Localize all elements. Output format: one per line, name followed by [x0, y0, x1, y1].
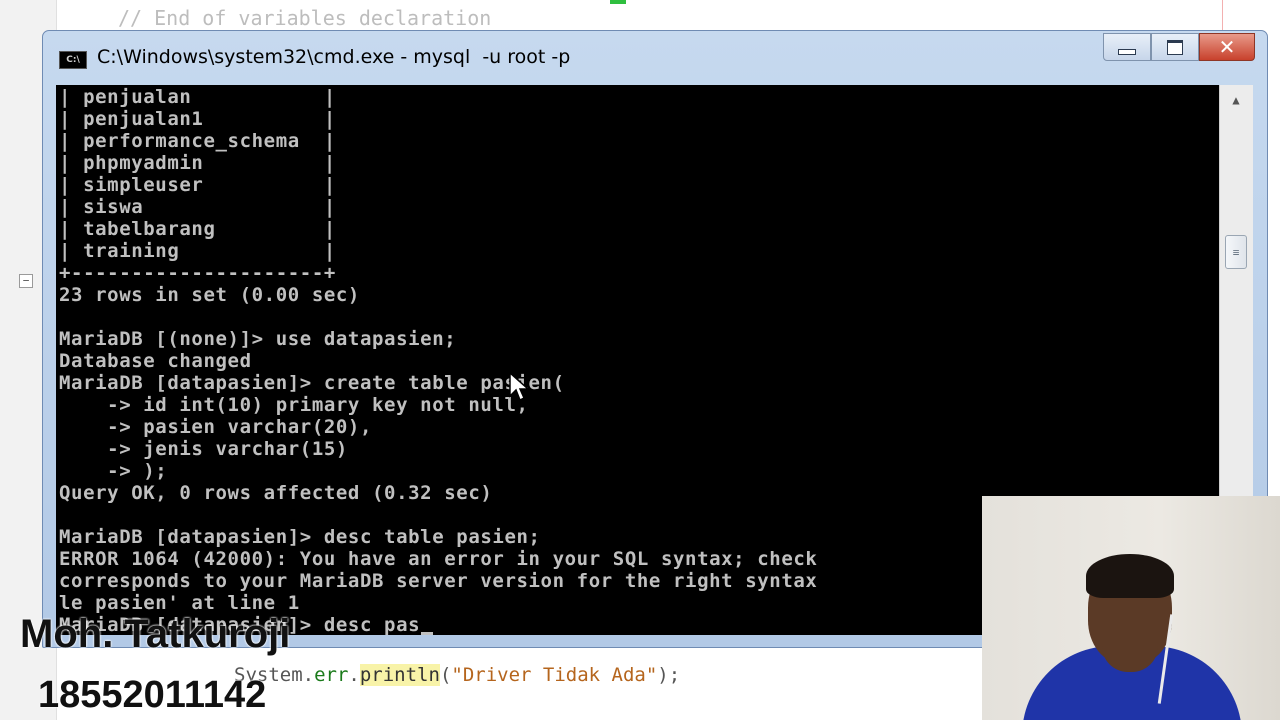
code-fold-icon[interactable]: − — [19, 274, 33, 288]
console-line: | simpleuser | — [59, 174, 336, 196]
console-line: MariaDB [datapasien]> desc table pasien; — [59, 526, 541, 548]
close-icon: ✕ — [1218, 35, 1236, 59]
console-line: le pasien' at line 1 — [59, 592, 300, 614]
scroll-up-arrow-icon[interactable]: ▲ — [1220, 85, 1252, 115]
console-line: | penjualan | — [59, 86, 336, 108]
console-line: Query OK, 0 rows affected (0.32 sec) — [59, 482, 493, 504]
console-line: Database changed — [59, 350, 252, 372]
console-line: +---------------------+ — [59, 262, 336, 284]
code-token: ); — [657, 664, 681, 686]
code-token: . — [348, 664, 360, 686]
grip-icon: ≡ — [1232, 245, 1240, 259]
console-line: -> pasien varchar(20), — [59, 416, 373, 438]
window-title: C:\Windows\system32\cmd.exe - mysql -u r… — [97, 46, 571, 68]
editor-code-line-println: System.err.println("Driver Tidak Ada"); — [234, 664, 680, 686]
console-lines: | penjualan | | penjualan1 | | performance… — [59, 86, 817, 635]
webcam-overlay — [982, 496, 1280, 720]
console-line: ERROR 1064 (42000): You have an error in… — [59, 548, 818, 570]
console-line: | phpmyadmin | — [59, 152, 336, 174]
console-line: 23 rows in set (0.00 sec) — [59, 284, 360, 306]
window-controls: ✕ — [1103, 33, 1255, 61]
window-titlebar[interactable]: C:\ C:\Windows\system32\cmd.exe - mysql … — [43, 31, 1267, 85]
scrollbar-thumb[interactable]: ≡ — [1225, 235, 1247, 269]
cmd-app-icon[interactable]: C:\ — [59, 51, 87, 69]
close-button[interactable]: ✕ — [1199, 33, 1255, 61]
webcam-person-hair — [1086, 554, 1174, 598]
console-line: MariaDB [(none)]> use datapasien; — [59, 328, 457, 350]
minimize-button[interactable] — [1103, 33, 1151, 61]
console-line: | training | — [59, 240, 336, 262]
code-token: ( — [439, 664, 452, 686]
console-line: -> ); — [59, 460, 168, 482]
minimize-icon — [1118, 49, 1136, 55]
code-token-highlighted: println — [359, 664, 440, 686]
console-line: | siswa | — [59, 196, 336, 218]
console-line: MariaDB [datapasien]> create table pasie… — [59, 372, 565, 394]
console-line: -> jenis varchar(15) — [59, 438, 348, 460]
console-line: | tabelbarang | — [59, 218, 336, 240]
code-token: err — [314, 664, 349, 686]
console-line: corresponds to your MariaDB server versi… — [59, 570, 818, 592]
mouse-pointer-icon — [509, 372, 530, 402]
text-cursor — [421, 632, 434, 635]
console-line: -> id int(10) primary key not null, — [59, 394, 529, 416]
maximize-icon — [1167, 39, 1183, 55]
presenter-name-caption: Moh. Tatkuroji — [20, 612, 291, 656]
code-string: "Driver Tidak Ada" — [451, 664, 658, 686]
maximize-button[interactable] — [1151, 33, 1199, 61]
presenter-id-caption: 18552011142 — [38, 674, 267, 716]
console-line: | penjualan1 | — [59, 108, 336, 130]
margin-guide — [1222, 0, 1223, 34]
editor-code-line: // End of variables declaration — [118, 6, 492, 30]
console-line: | performance_schema | — [59, 130, 336, 152]
change-marker — [610, 0, 626, 4]
